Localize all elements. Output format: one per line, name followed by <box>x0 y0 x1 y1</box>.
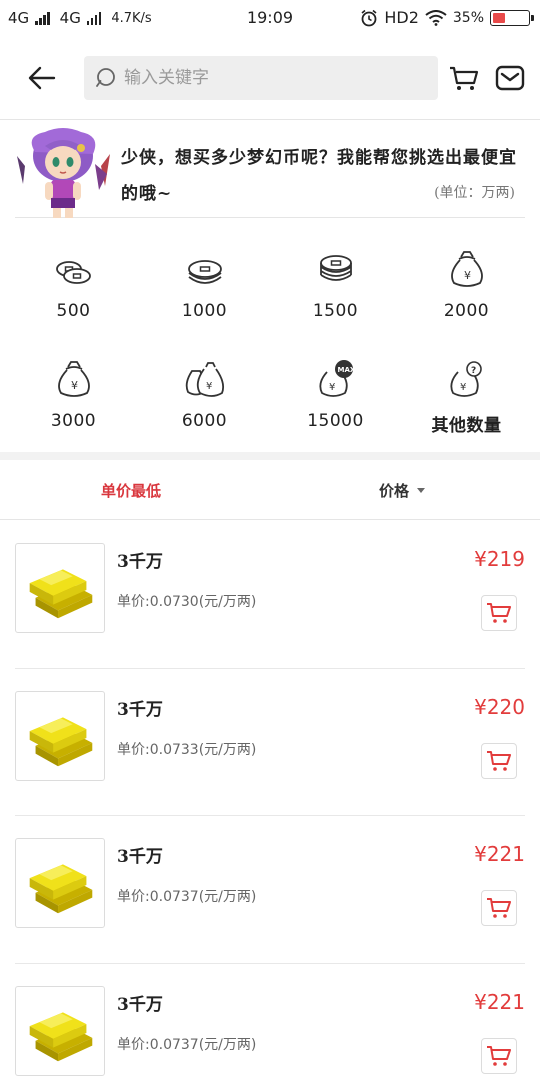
alarm-icon <box>361 9 377 26</box>
quantity-option-other[interactable]: ¥ ? 其他数量 <box>401 345 532 455</box>
quantity-option-1500[interactable]: 1500 <box>270 235 401 345</box>
mascot-character-image <box>17 128 110 218</box>
quantity-grid: 500 1000 1500 ¥ 2000 ¥ 3000 ¥ 6000 ¥ MAX… <box>8 235 532 455</box>
search-icon <box>96 68 115 87</box>
shopping-cart-icon <box>487 1045 511 1066</box>
quantity-option-1000[interactable]: 1000 <box>139 235 270 345</box>
product-unit-price: 单价:0.0737(元/万两) <box>117 1036 257 1053</box>
money-bag-icon: ¥ <box>57 361 90 397</box>
coins-stack-icon <box>319 255 352 281</box>
gold-bars-icon <box>15 838 105 928</box>
money-bag-icon: ¥ <box>450 251 483 287</box>
product-item[interactable]: 3千万 单价:0.0737(元/万两) ¥221 <box>15 816 525 964</box>
product-title: 3千万 <box>117 552 163 572</box>
coins-medium-icon <box>187 260 222 284</box>
product-price: ¥220 <box>474 694 525 719</box>
quantity-option-2000[interactable]: ¥ 2000 <box>401 235 532 345</box>
product-item[interactable]: 3千万 单价:0.0737(元/万两) ¥221 <box>15 964 525 1080</box>
quantity-option-3000[interactable]: ¥ 3000 <box>8 345 139 455</box>
shopping-cart-icon <box>487 603 511 623</box>
add-to-cart-button[interactable] <box>481 890 517 926</box>
product-unit-price: 单价:0.0737(元/万两) <box>117 889 257 905</box>
quantity-label: 3000 <box>50 411 97 431</box>
product-item[interactable]: 3千万 单价:0.0733(元/万两) ¥220 <box>15 669 525 816</box>
svg-text:¥: ¥ <box>206 381 212 392</box>
sort-price-tab[interactable]: 价格 <box>379 480 426 501</box>
message-icon[interactable] <box>494 62 526 94</box>
shopping-cart-icon[interactable] <box>448 62 480 94</box>
svg-text:¥: ¥ <box>464 269 471 282</box>
product-unit-price: 单价:0.0733(元/万两) <box>117 741 257 758</box>
product-unit-price: 单价:0.0730(元/万两) <box>117 594 257 610</box>
sort-price-label: 价格 <box>379 482 410 500</box>
sort-lowest-unit-price-tab[interactable]: 单价最低 <box>101 480 161 501</box>
search-input[interactable] <box>124 68 424 88</box>
banner-unit-note: (单位：万两) <box>434 185 515 201</box>
coins-small-icon <box>55 261 91 284</box>
back-arrow-icon[interactable] <box>26 62 58 94</box>
battery-level <box>493 12 505 23</box>
search-header <box>0 36 540 120</box>
caret-down-icon <box>417 488 426 493</box>
product-price: ¥221 <box>474 842 525 866</box>
product-title: 3千万 <box>117 847 163 867</box>
svg-text:¥: ¥ <box>460 382 466 393</box>
helper-banner: 少侠，想买多少梦幻币呢？我能帮您挑选出最便宜的哦~ (单位：万两) <box>15 120 525 218</box>
quantity-option-15000[interactable]: ¥ MAX 15000 <box>270 345 401 455</box>
quantity-label: 2000 <box>443 301 490 321</box>
gold-bars-icon <box>15 690 105 781</box>
gold-bars-icon <box>15 985 105 1076</box>
search-box[interactable] <box>84 56 438 100</box>
gold-bars-icon <box>15 543 105 633</box>
money-bag-max-icon: ¥ MAX <box>318 360 355 397</box>
quantity-label: 500 <box>56 301 91 321</box>
sort-bar: 单价最低 价格 <box>0 460 540 520</box>
quantity-label: 其他数量 <box>431 416 502 436</box>
quantity-option-500[interactable]: 500 <box>8 235 139 345</box>
status-bar: 4G 4G 4.7K/s 19:09 HD2 35% <box>0 0 540 36</box>
svg-text:¥: ¥ <box>71 379 78 392</box>
quantity-label: 15000 <box>307 411 364 431</box>
section-divider <box>0 452 540 460</box>
shopping-cart-icon <box>487 898 511 918</box>
quantity-label: 6000 <box>181 411 228 431</box>
quantity-label: 1500 <box>312 301 359 321</box>
product-title: 3千万 <box>117 994 163 1015</box>
product-price: ¥219 <box>474 547 525 571</box>
product-list: 3千万 单价:0.0730(元/万两) ¥219 3千万 单价:0.0733(元… <box>15 521 525 1080</box>
svg-text:?: ? <box>471 366 476 376</box>
add-to-cart-button[interactable] <box>481 595 517 631</box>
battery-percent: 35% <box>452 9 484 26</box>
money-bag-question-icon: ¥ ? <box>449 361 482 397</box>
svg-text:MAX: MAX <box>337 366 355 374</box>
add-to-cart-button[interactable] <box>481 742 517 779</box>
battery-icon <box>490 9 534 26</box>
quantity-option-6000[interactable]: ¥ 6000 <box>139 345 270 455</box>
add-to-cart-button[interactable] <box>481 1037 517 1074</box>
hd-indicator: HD2 <box>384 8 419 27</box>
money-bags-icon: ¥ <box>185 362 224 397</box>
product-title: 3千万 <box>117 699 163 720</box>
product-price: ¥221 <box>474 989 525 1014</box>
quantity-label: 1000 <box>181 301 228 321</box>
svg-text:¥: ¥ <box>329 382 335 393</box>
shopping-cart-icon <box>487 750 511 771</box>
wifi-icon <box>425 9 447 26</box>
product-item[interactable]: 3千万 单价:0.0730(元/万两) ¥219 <box>15 521 525 669</box>
status-right: HD2 35% <box>360 8 534 27</box>
